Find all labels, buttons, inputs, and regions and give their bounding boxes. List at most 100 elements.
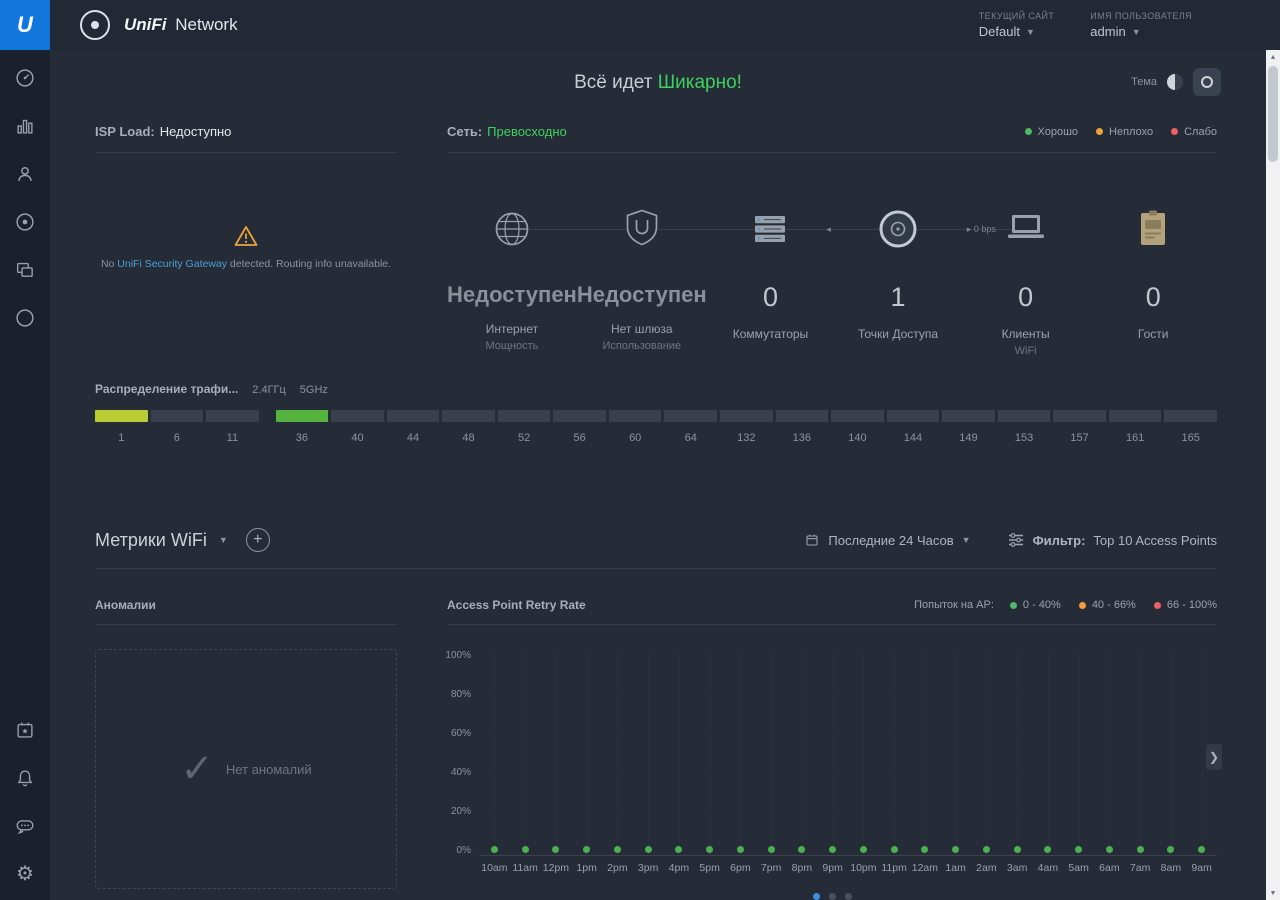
site-selector[interactable]: ТЕКУЩИЙ САЙТ Default▼ [979,11,1055,39]
data-point [614,846,621,853]
chart-column: 1pm [571,651,602,855]
legend-label: 66 - 100% [1167,599,1217,611]
data-point [768,846,775,853]
retry-title: Access Point Retry Rate [447,598,586,612]
channel-segment: 40 [331,410,384,444]
retry-legend-items: 0 - 40% 40 - 66% 66 - 100% [1010,599,1217,611]
gridline [648,651,649,855]
x-tick-label: 5pm [699,862,719,874]
warning-suffix: detected. Routing info unavailable. [230,258,391,270]
node-clients[interactable]: 0 Клиенты WiFi [962,196,1090,357]
rx-arrow-icon: ◂ [826,224,831,235]
channel-bar [887,410,940,422]
gridline [710,651,711,855]
legend-item: 0 - 40% [1010,599,1061,611]
channel-segment: 132 [720,410,773,444]
channel-bar [1164,410,1217,422]
status-prefix: Всё идет [574,72,652,93]
devices-icon[interactable] [13,210,37,234]
scrollbar-thumb[interactable] [1268,66,1278,162]
scroll-down-arrow[interactable]: ▼ [1266,886,1280,900]
channel-bar [276,410,329,422]
traffic-distribution: Распределение трафи... 2.4ГГц 5GHz 1 6 1… [95,382,1217,444]
x-tick-label: 10am [481,862,507,874]
chart-column: 3am [1002,651,1033,855]
chart-column: 7pm [756,651,787,855]
node-gateway[interactable]: Недоступен Нет шлюза Использование [577,196,707,357]
filter-selector[interactable]: Фильтр: Top 10 Access Points [1007,532,1217,548]
network-title: Сеть: [447,124,482,139]
period-selector[interactable]: Последние 24 Часов ▼ [804,532,970,548]
dashboard-icon[interactable] [13,66,37,90]
x-tick-label: 12am [912,862,938,874]
channel-number: 11 [206,432,259,444]
alerts-icon[interactable] [13,766,37,790]
node-value: 0 [1018,282,1033,313]
x-tick-label: 7pm [761,862,781,874]
insights-icon[interactable] [13,258,37,282]
unifi-logo[interactable]: U [0,0,50,50]
light-theme-icon[interactable] [1167,74,1183,90]
chart-column: 8am [1156,651,1187,855]
scroll-up-arrow[interactable]: ▲ [1266,50,1280,64]
x-tick-label: 8pm [792,862,812,874]
chart-column: 12am [910,651,941,855]
y-tick-label: 60% [451,729,471,739]
chart-column: 6am [1094,651,1125,855]
dark-theme-icon[interactable] [1193,68,1221,96]
channel-segment: 149 [942,410,995,444]
channel-bar [776,410,829,422]
node-switches[interactable]: 0 Коммутаторы [707,196,835,357]
chart-column: 12pm [541,651,572,855]
network-icon[interactable] [13,306,37,330]
channel-number: 52 [498,432,551,444]
statistics-icon[interactable] [13,114,37,138]
chart-column: 2pm [602,651,633,855]
y-tick-label: 0% [457,846,471,856]
channel-bar [331,410,384,422]
legend-label: 40 - 66% [1092,599,1136,611]
data-point [798,846,805,853]
node-internet[interactable]: Недоступен Интернет Мощность [447,196,577,357]
usg-link[interactable]: UniFi Security Gateway [117,258,227,270]
add-metric-button[interactable]: + [246,528,270,552]
warning-triangle-icon [234,225,258,247]
page-dot[interactable] [845,893,852,900]
anomalies-card: Аномалии ✓ Нет аномалий [95,598,397,889]
gridline [617,651,618,855]
chart-column: 10pm [848,651,879,855]
channel-bar [720,410,773,422]
settings-icon[interactable]: ⚙ [13,862,37,886]
user-menu[interactable]: ИМЯ ПОЛЬЗОВАТЕЛЯ admin▼ [1090,11,1192,39]
data-point [1198,846,1205,853]
channel-bar [1053,410,1106,422]
data-point [1167,846,1174,853]
filter-sliders-icon [1007,532,1025,548]
events-icon[interactable] [13,718,37,742]
chart-column: 11am [510,651,541,855]
data-point [1014,846,1021,853]
channel-segment: 6 [151,410,204,444]
data-point [737,846,744,853]
app-title: UniFi Network [124,15,238,35]
clients-icon[interactable] [13,162,37,186]
x-tick-label: 2am [976,862,996,874]
node-label: Интернет [486,322,538,336]
chevron-down-icon[interactable]: ▼ [219,535,228,545]
data-point [921,846,928,853]
scrollbar[interactable]: ▲ ▼ [1266,50,1280,900]
channel-number: 153 [998,432,1051,444]
node-guests[interactable]: 0 Гости [1089,196,1217,357]
carousel-next-button[interactable]: ❯ [1206,744,1222,770]
band-24-label: 2.4ГГц [252,384,286,396]
page-dot[interactable] [829,893,836,900]
legend-item: Хорошо [1025,126,1079,138]
chat-icon[interactable] [13,814,37,838]
page-dot[interactable] [813,893,820,900]
chart-column: 4pm [664,651,695,855]
data-point [1137,846,1144,853]
x-tick-label: 11am [512,862,538,874]
channel-number: 140 [831,432,884,444]
y-tick-label: 20% [451,807,471,817]
node-access-points[interactable]: ◂ ▸ 0 bps 1 Точки Доступа [834,196,962,357]
